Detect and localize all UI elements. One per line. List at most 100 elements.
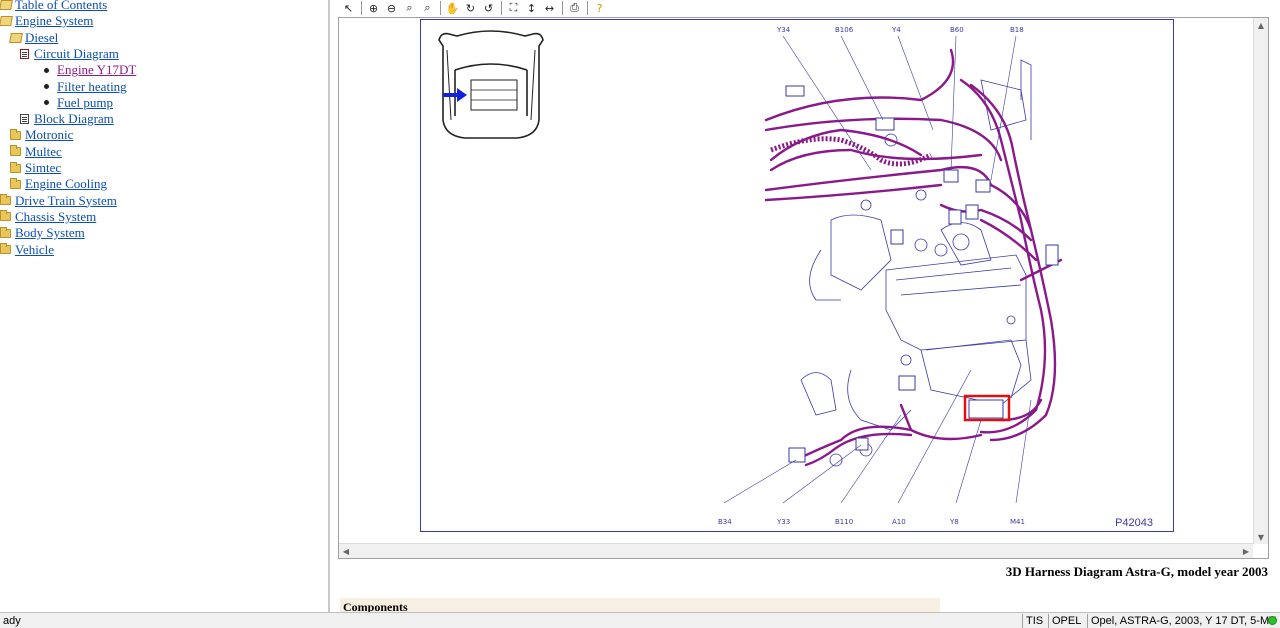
scroll-left-icon[interactable]: ◀ — [339, 544, 353, 558]
tree-item[interactable]: Simtec — [10, 160, 61, 176]
rotate-left-icon[interactable]: ↺ — [480, 0, 498, 16]
tree-item[interactable]: Diesel — [9, 30, 58, 46]
tree-item[interactable]: Table of Contents — [0, 0, 107, 13]
rotate-right-icon[interactable]: ↻ — [462, 0, 480, 16]
tree-item-label[interactable]: Block Diagram — [34, 111, 114, 127]
fit-height-icon[interactable]: ↕ — [523, 0, 541, 16]
tree-item-label[interactable]: Chassis System — [15, 209, 96, 225]
document-icon — [20, 114, 29, 125]
print-icon[interactable]: ⎙ — [566, 0, 584, 16]
scroll-right-icon[interactable]: ▶ — [1239, 544, 1253, 558]
folder-icon — [10, 128, 21, 140]
zoom-icon[interactable]: ⌕ — [401, 0, 419, 16]
tree-item-label[interactable]: Diesel — [25, 30, 58, 46]
tree-item-label[interactable]: Motronic — [25, 127, 73, 143]
help-icon[interactable]: ? — [591, 0, 609, 16]
tree-item-label[interactable]: Drive Train System — [15, 193, 117, 209]
scroll-up-icon[interactable]: ▲ — [1254, 18, 1268, 32]
callout-label[interactable]: B110 — [835, 518, 853, 526]
components-label: Components — [343, 600, 408, 612]
tree-item[interactable]: Engine Y17DT — [42, 62, 136, 78]
folder-icon — [0, 226, 11, 238]
callout-label[interactable]: A10 — [892, 518, 906, 526]
harness-sleeve — [770, 136, 933, 167]
tree-item[interactable]: Engine System — [0, 13, 93, 29]
tree-item-label[interactable]: Filter heating — [57, 79, 127, 95]
zoom-in-icon[interactable]: ⊕ — [365, 0, 383, 16]
bullet-icon — [44, 100, 49, 106]
callout-label[interactable]: Y4 — [892, 26, 901, 34]
harness-drawing — [438, 30, 1063, 504]
pointer-icon[interactable]: ↖ — [340, 0, 358, 16]
tree-item-label[interactable]: Simtec — [25, 160, 61, 176]
tree-item[interactable]: Filter heating — [42, 79, 127, 95]
folder-icon — [10, 161, 21, 173]
tree-item-label[interactable]: Body System — [15, 225, 85, 241]
diagram-caption: 3D Harness Diagram Astra-G, model year 2… — [1005, 564, 1268, 579]
toolbar-separator — [361, 1, 362, 15]
tree-item-label[interactable]: Vehicle — [15, 242, 54, 258]
status-indicator-icon — [1268, 616, 1277, 625]
wiring-harness — [764, 48, 1063, 467]
tree-item[interactable]: Body System — [0, 225, 85, 241]
document-icon — [20, 48, 29, 59]
fit-width-icon[interactable]: ↔ — [541, 0, 559, 16]
folder-icon — [0, 210, 11, 222]
toolbar-separator — [587, 1, 588, 15]
tree-item[interactable]: Circuit Diagram — [20, 46, 119, 62]
scroll-down-icon[interactable]: ▼ — [1254, 530, 1268, 544]
tree-item[interactable]: Engine Cooling — [10, 176, 107, 192]
folder-open-icon — [0, 0, 13, 10]
fit-all-icon[interactable]: ⛶ — [505, 0, 523, 16]
callout-label[interactable]: M41 — [1010, 518, 1025, 526]
tree-item-label[interactable]: Circuit Diagram — [34, 46, 119, 62]
tree-item-label[interactable]: Engine Y17DT — [57, 62, 136, 78]
components-header: Components — [340, 598, 940, 612]
folder-icon — [10, 145, 21, 157]
tree-item[interactable]: Block Diagram — [20, 111, 114, 127]
callout-label[interactable]: Y8 — [950, 518, 959, 526]
toolbar-separator — [501, 1, 502, 15]
harness-diagram: Y34 B106 Y4 B60 B18 B34 Y33 B110 A10 Y8 M41 P42043 — [420, 19, 1174, 532]
folder-open-icon — [0, 16, 13, 27]
horizontal-scrollbar[interactable]: ◀ ▶ — [339, 543, 1253, 558]
tree-item-label[interactable]: Fuel pump — [57, 95, 113, 111]
callout-label[interactable]: B106 — [835, 26, 853, 34]
status-vehicle: Opel, ASTRA-G, 2003, Y 17 DT, 5-MT — [1087, 614, 1279, 628]
tree-item[interactable]: Chassis System — [0, 209, 96, 225]
folder-icon — [10, 177, 21, 189]
tree-item[interactable]: Drive Train System — [0, 193, 117, 209]
callout-label[interactable]: Y33 — [777, 518, 790, 526]
callout-label[interactable]: Y34 — [777, 26, 790, 34]
folder-icon — [0, 243, 11, 254]
diagram-viewer[interactable]: Y34 B106 Y4 B60 B18 B34 Y33 B110 A10 Y8 M41 P42043… — [338, 17, 1269, 559]
tree-item-label[interactable]: Multec — [25, 144, 62, 160]
diagram-id: P42043 — [1115, 517, 1153, 529]
tree-item-label[interactable]: Engine System — [15, 13, 93, 29]
callout-label[interactable]: B18 — [1010, 26, 1024, 34]
tree-item[interactable]: Motronic — [10, 127, 73, 143]
callout-label[interactable]: B60 — [950, 26, 964, 34]
app-window: Table of Contents Engine System Diesel Circ… — [0, 0, 1280, 628]
toolbar-separator — [562, 1, 563, 15]
folder-open-icon — [9, 32, 23, 43]
status-bar: ady TIS OPEL Opel, ASTRA-G, 2003, Y 17 D… — [0, 612, 1280, 628]
tree-item[interactable]: Fuel pump — [42, 95, 113, 111]
toolbar-separator — [440, 1, 441, 15]
vertical-scrollbar[interactable]: ▲ ▼ — [1253, 18, 1268, 544]
tree-item[interactable]: Multec — [10, 144, 62, 160]
pan-hand-icon[interactable]: ✋ — [444, 0, 462, 16]
zoom-area-icon[interactable]: ⌕ — [419, 0, 437, 16]
bullet-icon — [44, 84, 49, 89]
tree-item-label[interactable]: Table of Contents — [15, 0, 107, 13]
status-make: OPEL — [1048, 614, 1084, 628]
folder-icon — [0, 194, 11, 206]
zoom-out-icon[interactable]: ⊖ — [383, 0, 401, 16]
car-thumbnail — [438, 30, 544, 139]
status-app: TIS — [1022, 614, 1046, 628]
callout-label[interactable]: B34 — [718, 518, 732, 526]
tree-item-label[interactable]: Engine Cooling — [25, 176, 107, 192]
bullet-icon — [44, 67, 49, 73]
tree-item[interactable]: Vehicle — [0, 242, 54, 258]
navigation-tree[interactable]: Table of Contents Engine System Diesel Circ… — [0, 0, 330, 612]
